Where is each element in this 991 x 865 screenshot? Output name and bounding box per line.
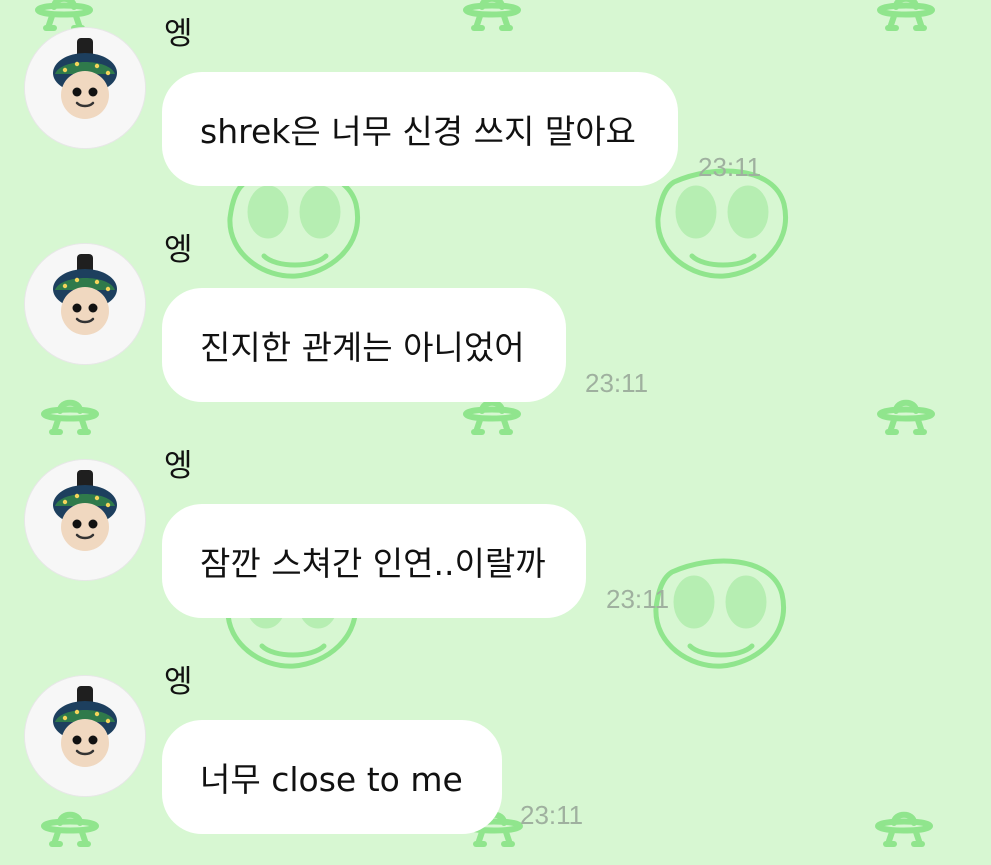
message-bubble[interactable]: 진지한 관계는 아니었어	[162, 288, 566, 402]
sender-name: 엥	[164, 16, 193, 52]
avatar[interactable]	[24, 243, 146, 365]
sender-name: 엥	[164, 448, 193, 484]
message-row: 엥 잠깐 스쳐간 인연..이랄까 23:11	[0, 432, 991, 648]
sender-name: 엥	[164, 232, 193, 268]
message-text: shrek은 너무 신경 쓰지 말아요	[200, 112, 636, 151]
message-row: 엥 너무 close to me 23:11	[0, 648, 991, 864]
message-row: 엥 shrek은 너무 신경 쓰지 말아요 23:11	[0, 0, 991, 216]
message-bubble[interactable]: shrek은 너무 신경 쓰지 말아요	[162, 72, 678, 186]
message-time: 23:11	[698, 152, 762, 182]
avatar[interactable]	[24, 27, 146, 149]
message-time: 23:11	[606, 584, 670, 614]
message-row: 엥 진지한 관계는 아니었어 23:11	[0, 216, 991, 432]
message-text: 진지한 관계는 아니었어	[200, 328, 525, 367]
message-text: 너무 close to me	[200, 760, 463, 799]
message-time: 23:11	[520, 800, 584, 830]
sender-name: 엥	[164, 664, 193, 700]
message-text: 잠깐 스쳐간 인연..이랄까	[200, 544, 546, 583]
message-bubble[interactable]: 너무 close to me	[162, 720, 502, 834]
avatar[interactable]	[24, 675, 146, 797]
avatar[interactable]	[24, 459, 146, 581]
message-time: 23:11	[585, 368, 649, 398]
message-bubble[interactable]: 잠깐 스쳐간 인연..이랄까	[162, 504, 586, 618]
